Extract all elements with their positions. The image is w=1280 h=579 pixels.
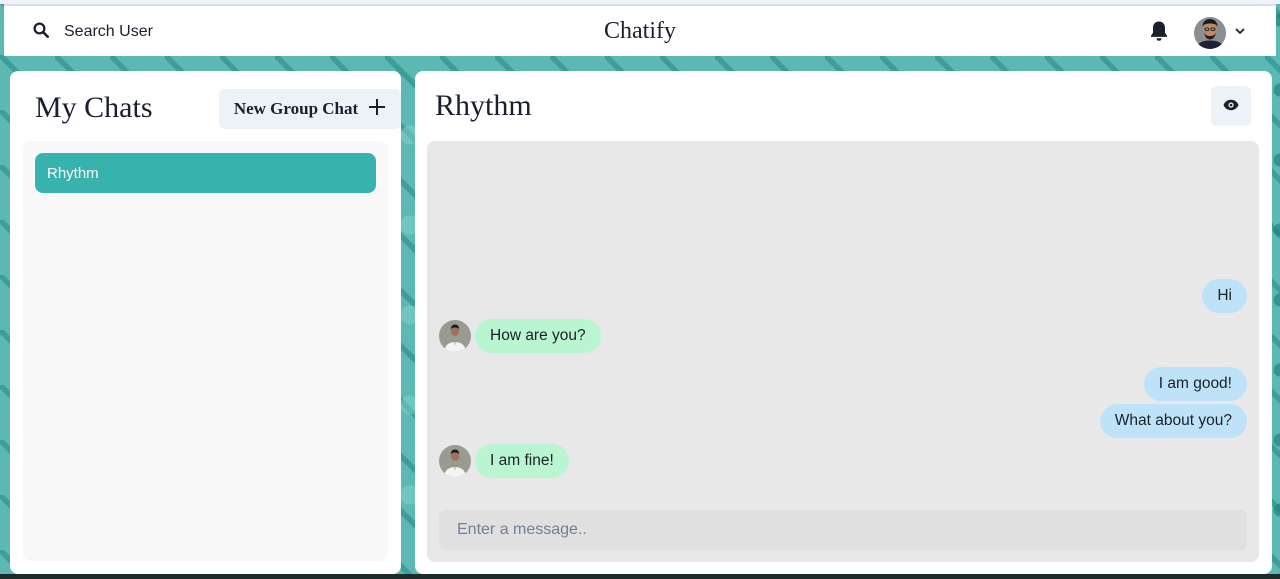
sender-avatar[interactable]	[439, 445, 471, 477]
message-row: What about you?	[439, 404, 1247, 438]
sent-message-bubble: What about you?	[1099, 404, 1247, 438]
message-row: I am good!	[439, 367, 1247, 401]
user-avatar	[1194, 17, 1226, 49]
message-row: I am fine!	[439, 444, 1247, 478]
message-row: How are you?	[439, 319, 1247, 353]
sender-avatar[interactable]	[439, 320, 471, 352]
sent-message-bubble: I am good!	[1143, 367, 1247, 401]
bell-icon[interactable]	[1149, 20, 1171, 44]
new-group-chat-button[interactable]: New Group Chat	[219, 89, 401, 129]
search-user-label: Search User	[64, 23, 153, 40]
chat-panel: Rhythm Hi How are you? I am good! What a…	[415, 71, 1272, 574]
chat-title: Rhythm	[435, 89, 532, 122]
chat-list-item-label: Rhythm	[47, 164, 99, 182]
message-input[interactable]	[439, 510, 1247, 550]
messages-area: Hi How are you? I am good! What about yo…	[427, 141, 1259, 562]
eye-icon	[1223, 99, 1239, 114]
profile-menu-button[interactable]	[1194, 15, 1246, 51]
received-message-bubble: How are you?	[475, 319, 601, 353]
app-title: Chatify	[604, 18, 676, 44]
my-chats-panel: My Chats New Group Chat Rhythm	[10, 71, 401, 574]
search-icon	[32, 21, 50, 44]
new-group-chat-label: New Group Chat	[233, 99, 359, 118]
search-user-button[interactable]: Search User	[24, 16, 161, 48]
chevron-down-icon	[1234, 24, 1246, 42]
plus-icon	[368, 98, 386, 121]
sent-message-bubble: Hi	[1202, 279, 1247, 313]
chat-list-item-rhythm[interactable]: Rhythm	[35, 153, 376, 193]
message-row: Hi	[439, 279, 1247, 313]
taskbar-edge	[0, 574, 1280, 579]
chat-list: Rhythm	[23, 141, 388, 561]
view-profile-button[interactable]	[1211, 86, 1251, 126]
top-navbar: Search User Chatify	[4, 4, 1276, 56]
my-chats-header: My Chats New Group Chat	[35, 89, 401, 129]
received-message-bubble: I am fine!	[475, 444, 569, 478]
my-chats-title: My Chats	[35, 91, 153, 124]
